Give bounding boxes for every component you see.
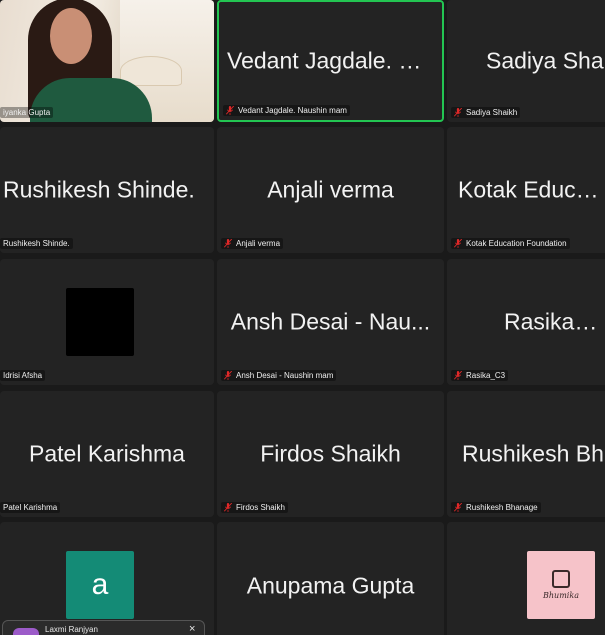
participant-tile-7[interactable]: Idrisi Afsha: [0, 259, 214, 385]
participant-name-label: Anjali verma: [221, 238, 284, 249]
participant-display-name: Ansh Desai - Nau...: [230, 308, 431, 335]
participant-display-name: Vedant Jagdale. N...: [227, 47, 435, 74]
participant-display-name: Rushikesh Bh: [462, 440, 604, 467]
avatar-letter: a: [91, 568, 109, 601]
black-avatar: [66, 288, 134, 356]
participant-name-text: Rushikesh Shinde.: [3, 239, 70, 248]
participant-tile-15[interactable]: Bhumika: [447, 522, 605, 635]
participant-tile-6[interactable]: Kotak Educatio Kotak Education Foundatio…: [447, 127, 605, 253]
participant-tile-5[interactable]: Anjali verma Anjali verma: [217, 127, 444, 253]
participant-tile-2[interactable]: Vedant Jagdale. N... Vedant Jagdale. Nau…: [217, 0, 444, 122]
bhumika-logo-icon: [552, 570, 570, 588]
participant-tile-12[interactable]: Rushikesh Bh Rushikesh Bhanage: [447, 391, 605, 517]
toast-name: Laxmi Ranjyan: [45, 625, 98, 634]
participant-name-text: Sadiya Shaikh: [466, 108, 518, 117]
mic-muted-icon: [454, 239, 462, 248]
participant-display-name: Rasika_C3: [504, 308, 605, 335]
participant-name-text: iyanka Gupta: [3, 108, 51, 117]
bhumika-logo-text: Bhumika: [543, 591, 579, 600]
participant-name-text: Rasika_C3: [466, 371, 506, 380]
participant-name-text: Vedant Jagdale. Naushin mam: [238, 106, 347, 115]
participant-tile-3[interactable]: Sadiya Sha Sadiya Shaikh: [447, 0, 605, 122]
participant-name-text: Rushikesh Bhanage: [466, 503, 538, 512]
mic-muted-icon: [454, 371, 462, 380]
participant-name-label: Kotak Education Foundation: [451, 238, 570, 249]
participant-tile-11[interactable]: Firdos Shaikh Firdos Shaikh: [217, 391, 444, 517]
participant-name-text: Ansh Desai - Naushin mam: [236, 371, 334, 380]
participant-name-label: Idrisi Afsha: [0, 370, 46, 381]
notification-toast[interactable]: Laxmi Ranjyan ×: [2, 620, 205, 635]
participant-name-label: Rushikesh Bhanage: [451, 502, 541, 513]
participant-name-label: Firdos Shaikh: [221, 502, 288, 513]
participant-display-name: Patel Karishma: [29, 440, 185, 467]
mic-muted-icon: [454, 108, 462, 117]
participant-tile-1[interactable]: iyanka Gupta: [0, 0, 214, 122]
participant-tile-8[interactable]: Ansh Desai - Nau... Ansh Desai - Naushin…: [217, 259, 444, 385]
participant-tile-9[interactable]: Rasika_C3 Rasika_C3: [447, 259, 605, 385]
participant-name-label: Rushikesh Shinde.: [0, 238, 73, 249]
participant-display-name: Sadiya Sha: [486, 47, 604, 74]
mic-muted-icon: [226, 106, 234, 115]
participant-name-label: iyanka Gupta: [0, 107, 54, 118]
participant-name-label: Sadiya Shaikh: [451, 107, 521, 118]
participant-display-name: Anjali verma: [267, 176, 394, 203]
participant-name-label: Vedant Jagdale. Naushin mam: [223, 105, 350, 116]
participant-tile-14[interactable]: Anupama Gupta: [217, 522, 444, 635]
participant-name-label: Patel Karishma: [0, 502, 61, 513]
participant-name-text: Kotak Education Foundation: [466, 239, 567, 248]
participant-display-name: Firdos Shaikh: [260, 440, 401, 467]
mic-muted-icon: [224, 503, 232, 512]
participant-name-text: Patel Karishma: [3, 503, 58, 512]
participant-tile-4[interactable]: Rushikesh Shinde. Rushikesh Shinde.: [0, 127, 214, 253]
participant-display-name: Anupama Gupta: [246, 572, 415, 599]
mic-muted-icon: [224, 239, 232, 248]
participant-tile-13[interactable]: a: [0, 522, 214, 635]
participant-name-label: Ansh Desai - Naushin mam: [221, 370, 337, 381]
participant-display-name: Kotak Educatio: [458, 176, 605, 203]
mic-muted-icon: [454, 503, 462, 512]
participant-name-text: Firdos Shaikh: [236, 503, 285, 512]
participant-name-text: Anjali verma: [236, 239, 281, 248]
person-face: [50, 8, 92, 64]
toast-avatar: [13, 628, 39, 635]
participant-display-name: Rushikesh Shinde.: [3, 176, 195, 203]
participant-name-text: Idrisi Afsha: [3, 371, 43, 380]
mic-muted-icon: [224, 371, 232, 380]
participant-name-label: Rasika_C3: [451, 370, 509, 381]
participant-tile-10[interactable]: Patel Karishma Patel Karishma: [0, 391, 214, 517]
bhumika-logo-avatar: Bhumika: [527, 551, 595, 619]
letter-avatar: a: [66, 551, 134, 619]
close-icon[interactable]: ×: [189, 623, 195, 635]
